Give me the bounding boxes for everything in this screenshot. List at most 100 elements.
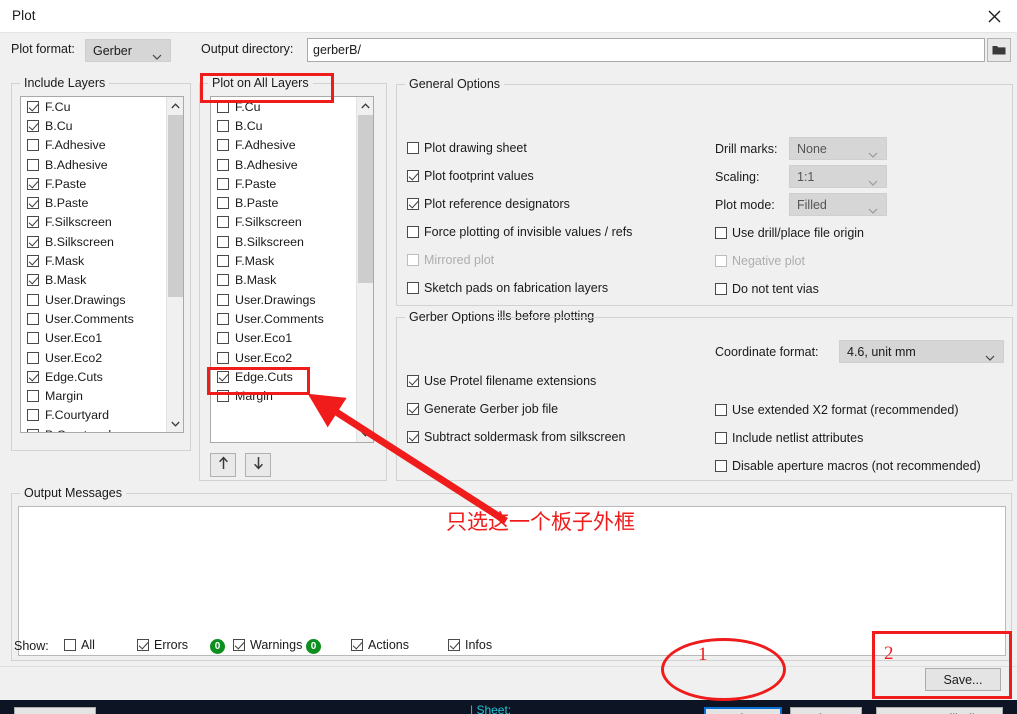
include-layer-row[interactable]: F.Courtyard — [21, 406, 183, 425]
checkbox[interactable] — [715, 283, 727, 295]
include-layers-scrollbar[interactable] — [166, 97, 183, 432]
checkbox[interactable] — [27, 216, 39, 229]
checkbox[interactable] — [715, 227, 727, 239]
checkbox[interactable] — [27, 428, 39, 432]
coordinate-format-select[interactable]: 4.6, unit mm — [839, 340, 1004, 363]
gerber-right-option-2[interactable]: Disable aperture macros (not recommended… — [715, 459, 981, 473]
filter-infos[interactable]: Infos — [448, 638, 492, 652]
plot-all-layer-row[interactable]: User.Eco2 — [211, 348, 373, 367]
plot-on-all-layers-scrollbar[interactable] — [356, 97, 373, 442]
checkbox[interactable] — [217, 351, 229, 364]
save-button[interactable]: Save... — [925, 668, 1001, 691]
checkbox[interactable] — [27, 100, 39, 113]
checkbox[interactable] — [27, 332, 39, 345]
checkbox[interactable] — [715, 404, 727, 416]
include-layer-row[interactable]: B.Mask — [21, 271, 183, 290]
checkbox[interactable] — [27, 139, 39, 152]
checkbox[interactable] — [27, 370, 39, 383]
checkbox[interactable] — [407, 198, 419, 210]
checkbox[interactable] — [351, 639, 363, 651]
checkbox[interactable] — [27, 119, 39, 132]
plot-all-layer-row[interactable]: B.Silkscreen — [211, 232, 373, 251]
checkbox[interactable] — [407, 226, 419, 238]
generate-drill-files-button[interactable]: Generate Drill Files... — [876, 707, 1003, 714]
include-layer-row[interactable]: F.Silkscreen — [21, 213, 183, 232]
plot-button[interactable]: Plot — [704, 707, 782, 714]
include-layer-row[interactable]: B.Paste — [21, 193, 183, 212]
include-layer-row[interactable]: User.Comments — [21, 309, 183, 328]
checkbox[interactable] — [407, 142, 419, 154]
include-layer-row[interactable]: Margin — [21, 386, 183, 405]
checkbox[interactable] — [27, 312, 39, 325]
include-layers-list[interactable]: F.Cu B.Cu F.Adhesive B.Adhesive F.Paste B.Pas… — [20, 96, 184, 433]
checkbox[interactable] — [27, 293, 39, 306]
filter-actions[interactable]: Actions — [351, 638, 409, 652]
checkbox[interactable] — [217, 139, 229, 152]
checkbox[interactable] — [407, 375, 419, 387]
gerber-right-option-0[interactable]: Use extended X2 format (recommended) — [715, 403, 959, 417]
checkbox[interactable] — [27, 351, 39, 364]
checkbox[interactable] — [217, 274, 229, 287]
checkbox[interactable] — [407, 431, 419, 443]
checkbox[interactable] — [27, 197, 39, 210]
filter-errors[interactable]: Errors — [137, 638, 188, 652]
include-layer-row[interactable]: F.Paste — [21, 174, 183, 193]
plot-on-all-layers-list[interactable]: F.Cu B.Cu F.Adhesive B.Adhesive F.Paste B.Pas… — [210, 96, 374, 443]
checkbox[interactable] — [217, 197, 229, 210]
checkbox[interactable] — [715, 432, 727, 444]
checkbox[interactable] — [27, 255, 39, 268]
plot-all-layer-row[interactable]: Margin — [211, 386, 373, 405]
gerber-right-option-1[interactable]: Include netlist attributes — [715, 431, 863, 445]
checkbox[interactable] — [448, 639, 460, 651]
plot-all-layer-row[interactable]: F.Paste — [211, 174, 373, 193]
checkbox[interactable] — [217, 332, 229, 345]
checkbox[interactable] — [233, 639, 245, 651]
include-layer-row[interactable]: User.Eco2 — [21, 348, 183, 367]
include-layer-row[interactable]: User.Drawings — [21, 290, 183, 309]
scaling-select[interactable]: 1:1 — [789, 165, 887, 188]
plot-all-layer-row[interactable]: F.Silkscreen — [211, 213, 373, 232]
filter-warnings[interactable]: Warnings — [233, 638, 302, 652]
general-right-option-0[interactable]: Use drill/place file origin — [715, 226, 864, 240]
gerber-option-1[interactable]: Generate Gerber job file — [407, 402, 558, 416]
scroll-down-icon[interactable] — [167, 415, 183, 432]
close-icon[interactable] — [972, 0, 1017, 32]
checkbox[interactable] — [137, 639, 149, 651]
drill-marks-select[interactable]: None — [789, 137, 887, 160]
plot-all-layer-row[interactable]: F.Mask — [211, 251, 373, 270]
general-right-option-2[interactable]: Do not tent vias — [715, 282, 819, 296]
plot-all-layer-row[interactable]: F.Adhesive — [211, 136, 373, 155]
plot-all-layer-row[interactable]: User.Comments — [211, 309, 373, 328]
checkbox[interactable] — [27, 158, 39, 171]
checkbox[interactable] — [27, 274, 39, 287]
include-layer-row[interactable]: B.Courtyard — [21, 425, 183, 432]
include-layer-row[interactable]: B.Adhesive — [21, 155, 183, 174]
scroll-down-icon[interactable] — [357, 425, 373, 442]
scroll-up-icon[interactable] — [167, 97, 183, 114]
checkbox[interactable] — [27, 235, 39, 248]
plot-all-layer-row[interactable]: B.Mask — [211, 271, 373, 290]
checkbox[interactable] — [64, 639, 76, 651]
move-layer-down-button[interactable] — [245, 453, 271, 477]
general-option-1[interactable]: Plot footprint values — [407, 169, 534, 183]
folder-icon[interactable] — [987, 38, 1011, 62]
scroll-up-icon[interactable] — [357, 97, 373, 114]
gerber-option-0[interactable]: Use Protel filename extensions — [407, 374, 596, 388]
plot-all-layer-row[interactable]: B.Adhesive — [211, 155, 373, 174]
checkbox[interactable] — [217, 100, 229, 113]
plot-all-layer-row[interactable]: B.Cu — [211, 116, 373, 135]
checkbox[interactable] — [27, 409, 39, 422]
checkbox[interactable] — [217, 293, 229, 306]
include-layer-row[interactable]: User.Eco1 — [21, 329, 183, 348]
checkbox[interactable] — [217, 255, 229, 268]
checkbox[interactable] — [217, 158, 229, 171]
checkbox[interactable] — [217, 119, 229, 132]
include-layer-row[interactable]: Edge.Cuts — [21, 367, 183, 386]
include-layer-row[interactable]: F.Adhesive — [21, 136, 183, 155]
checkbox[interactable] — [407, 282, 419, 294]
checkbox[interactable] — [217, 312, 229, 325]
plot-mode-select[interactable]: Filled — [789, 193, 887, 216]
filter-all[interactable]: All — [64, 638, 95, 652]
checkbox[interactable] — [217, 177, 229, 190]
plot-all-layer-row[interactable]: Edge.Cuts — [211, 367, 373, 386]
